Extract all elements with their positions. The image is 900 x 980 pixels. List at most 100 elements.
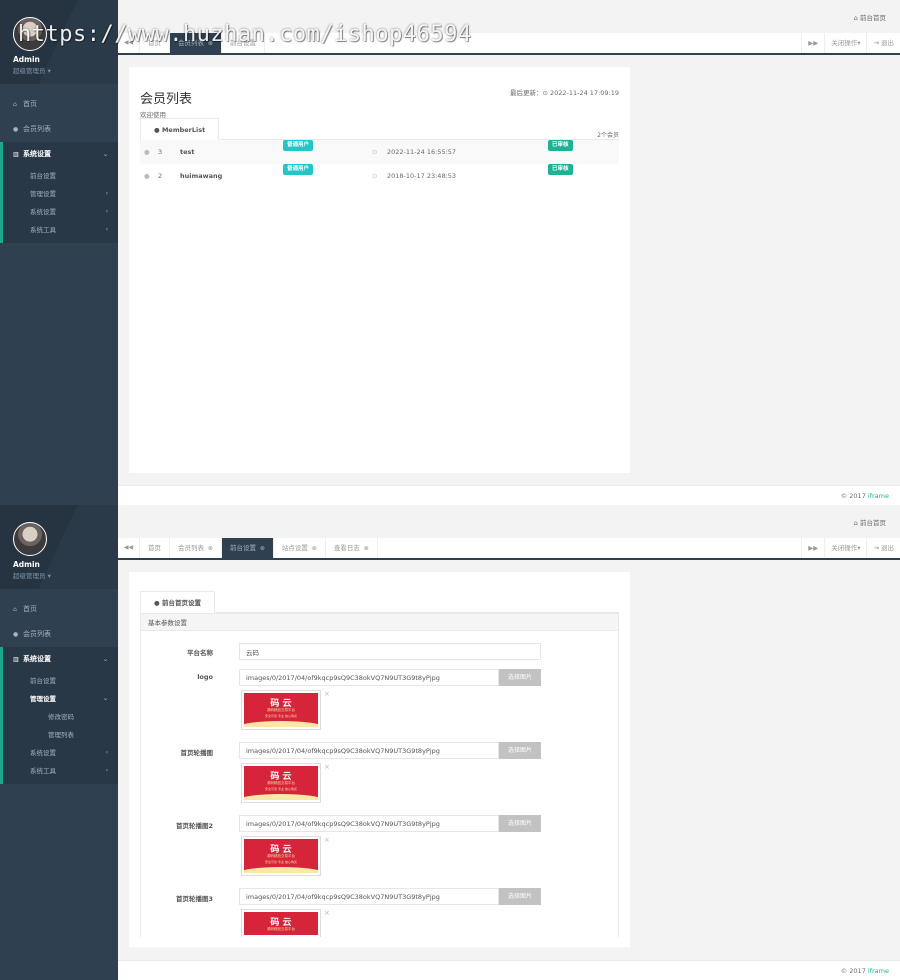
sidebar-item-label: 系统设置 bbox=[23, 655, 51, 663]
choose-image-button[interactable]: 选择图片 bbox=[499, 815, 541, 832]
member-id: 3 bbox=[158, 148, 163, 156]
user-icon: ● bbox=[13, 631, 19, 638]
choose-image-button[interactable]: 选择图片 bbox=[499, 888, 541, 905]
table-row[interactable]: ● 2 huimawang 普通用户 ⊙ 2018-10-17 23:48:53… bbox=[140, 164, 619, 188]
tab-memberlist[interactable]: ● MemberList bbox=[140, 118, 220, 140]
field-label: 平台名称 bbox=[187, 649, 213, 657]
member-list-screen: Admin 超级管理员 ▾ ⌂ 首页 ● 会员列表 ▥ 系统设置 ⌄ 前台设置 管理设置… bbox=[0, 0, 900, 505]
sidebar-subitem-admin-list[interactable]: 管理列表 bbox=[13, 726, 118, 744]
close-tab-icon[interactable]: ⊗ bbox=[362, 545, 369, 552]
banner1-preview-image: 码 云源码精品交易平台 安全可靠·专业·放心购买 bbox=[241, 763, 321, 803]
field-label: 首页轮播图3 bbox=[175, 895, 213, 903]
sidebar-item-system[interactable]: ▥ 系统设置 ⌄ 前台设置 管理设置 ⌄ 修改密码 管理列表 系统设置 ‹ 系统工具 ‹ bbox=[0, 647, 118, 784]
sidebar-item-label: 首页 bbox=[23, 100, 37, 108]
logout-button[interactable]: ⇥ 退出 bbox=[866, 33, 900, 53]
chevron-left-icon: ‹ bbox=[105, 767, 108, 774]
status-badge: 已审核 bbox=[548, 140, 573, 151]
member-id: 2 bbox=[158, 172, 163, 180]
sidebar-subitem-tools[interactable]: 系统工具 ‹ bbox=[13, 762, 118, 780]
close-operations-dropdown[interactable]: 关闭操作▾ bbox=[824, 33, 866, 53]
sidebar-subitem-admin[interactable]: 管理设置 ⌄ bbox=[13, 690, 118, 708]
banner2-preview-image: 码 云源码精品交易平台 安全可靠·专业·放心购买 bbox=[241, 836, 321, 876]
tab-bar-actions: ▶▶ 关闭操作▾ ⇥ 退出 bbox=[801, 33, 900, 53]
sidebar-subitem-system[interactable]: 系统设置 ‹ bbox=[13, 744, 118, 762]
logout-button[interactable]: ⇥ 退出 bbox=[866, 538, 900, 558]
frontend-settings-screen: Admin 超级管理员 ▾ ⌂ 首页 ● 会员列表 ▥ 系统设置 ⌄ 前台设置 管理设置… bbox=[0, 505, 900, 980]
logout-icon: ⇥ bbox=[873, 544, 881, 552]
topbar: ⌂ 前台首页 bbox=[118, 505, 900, 538]
sidebar-nav: ⌂ 首页 ● 会员列表 ▥ 系统设置 ⌄ 前台设置 管理设置 ‹ 系统设置 ‹ 系统工具 ‹ bbox=[0, 92, 118, 243]
admin-role-dropdown[interactable]: 超级管理员 ▾ bbox=[13, 570, 51, 580]
sidebar-item-system[interactable]: ▥ 系统设置 ⌄ 前台设置 管理设置 ‹ 系统设置 ‹ 系统工具 ‹ bbox=[0, 142, 118, 243]
remove-image-icon[interactable]: × bbox=[324, 909, 330, 917]
tab-frontend-home-settings[interactable]: ● 前台首页设置 bbox=[140, 591, 215, 613]
sidebar-submenu: 前台设置 管理设置 ⌄ 修改密码 管理列表 系统设置 ‹ 系统工具 ‹ bbox=[13, 672, 118, 784]
logo-path-input[interactable] bbox=[239, 669, 499, 686]
admin-role-dropdown[interactable]: 超级管理员 ▾ bbox=[13, 65, 51, 75]
user-icon: ● bbox=[13, 126, 19, 133]
last-updated: 最后更新：⊙ 2022-11-24 17:09:19 bbox=[509, 89, 619, 97]
banner2-path-input[interactable] bbox=[239, 815, 499, 832]
banner1-path-input[interactable] bbox=[239, 742, 499, 759]
member-name: huimawang bbox=[180, 172, 223, 180]
close-operations-dropdown[interactable]: 关闭操作▾ bbox=[824, 538, 866, 558]
copyright: © 2017 iframe bbox=[840, 492, 889, 500]
sidebar-subitem-change-password[interactable]: 修改密码 bbox=[13, 708, 118, 726]
user-icon: ● bbox=[154, 126, 162, 134]
home-icon: ⌂ bbox=[13, 606, 17, 613]
clock-icon: ⊙ bbox=[372, 172, 378, 180]
table-row[interactable]: ● 3 test 普通用户 ⊙ 2022-11-24 16:55:57 已审核 bbox=[140, 140, 619, 164]
sidebar-item-members[interactable]: ● 会员列表 bbox=[0, 117, 118, 142]
field-label: logo bbox=[197, 673, 213, 681]
admin-name: Admin bbox=[13, 560, 40, 569]
remove-image-icon[interactable]: × bbox=[324, 836, 330, 844]
copyright: © 2017 iframe bbox=[840, 967, 889, 975]
banner3-path-input[interactable] bbox=[239, 888, 499, 905]
close-tab-icon[interactable]: ⊗ bbox=[258, 545, 265, 552]
front-page-link[interactable]: ⌂ 前台首页 bbox=[854, 517, 886, 527]
sidebar-subitem-system[interactable]: 系统设置 ‹ bbox=[13, 203, 118, 221]
tab-members[interactable]: 会员列表 ⊗ bbox=[170, 538, 222, 558]
sidebar-subitem-frontend[interactable]: 前台设置 bbox=[13, 167, 118, 185]
sidebar-subitem-frontend[interactable]: 前台设置 bbox=[13, 672, 118, 690]
sidebar-subitem-admin[interactable]: 管理设置 ‹ bbox=[13, 185, 118, 203]
sidebar-item-label: 系统设置 bbox=[23, 150, 51, 158]
tab-bar-actions: ▶▶ 关闭操作▾ ⇥ 退出 bbox=[801, 538, 900, 558]
site-name-input[interactable] bbox=[239, 643, 541, 660]
sidebar-submenu: 前台设置 管理设置 ‹ 系统设置 ‹ 系统工具 ‹ bbox=[13, 167, 118, 243]
avatar[interactable] bbox=[13, 522, 47, 556]
section-title: 基本参数设置 bbox=[140, 613, 619, 631]
choose-image-button[interactable]: 选择图片 bbox=[499, 742, 541, 759]
remove-image-icon[interactable]: × bbox=[324, 763, 330, 771]
close-tab-icon[interactable]: ⊗ bbox=[310, 545, 317, 552]
member-type-badge: 普通用户 bbox=[283, 140, 314, 151]
status-badge: 已审核 bbox=[548, 164, 573, 175]
sidebar-item-home[interactable]: ⌂ 首页 bbox=[0, 597, 118, 622]
close-tab-icon[interactable]: ⊗ bbox=[206, 545, 213, 552]
chevron-left-icon: ‹ bbox=[105, 226, 108, 233]
tab-frontend-settings[interactable]: 前台设置 ⊗ bbox=[221, 538, 274, 558]
user-icon: ● bbox=[144, 148, 150, 156]
banner3-preview-image: 码 云源码精品交易平台 bbox=[241, 909, 321, 937]
sidebar: Admin 超级管理员 ▾ ⌂ 首页 ● 会员列表 ▥ 系统设置 ⌄ 前台设置 管理设置… bbox=[0, 0, 118, 505]
scroll-tabs-left-button[interactable]: ◀◀ bbox=[118, 538, 140, 558]
footer: © 2017 iframe bbox=[118, 960, 900, 980]
content-area: ● 前台首页设置 基本参数设置 平台名称 logo 选择图片 码 云源码精品交易… bbox=[118, 560, 900, 960]
sidebar-item-home[interactable]: ⌂ 首页 bbox=[0, 92, 118, 117]
remove-image-icon[interactable]: × bbox=[324, 690, 330, 698]
member-count: 2个会员 bbox=[597, 132, 619, 139]
footer-brand-link[interactable]: iframe bbox=[868, 492, 889, 500]
scroll-tabs-right-button[interactable]: ▶▶ bbox=[801, 538, 824, 558]
sidebar-nav: ⌂ 首页 ● 会员列表 ▥ 系统设置 ⌄ 前台设置 管理设置 ⌄ 修改密码 管理列表 系统… bbox=[0, 597, 118, 784]
footer-brand-link[interactable]: iframe bbox=[868, 967, 889, 975]
choose-image-button[interactable]: 选择图片 bbox=[499, 669, 541, 686]
tab-view-logs[interactable]: 查看日志 ⊗ bbox=[326, 538, 378, 558]
sidebar-item-members[interactable]: ● 会员列表 bbox=[0, 622, 118, 647]
tab-home[interactable]: 首页 bbox=[140, 538, 170, 558]
sidebar: Admin 超级管理员 ▾ ⌂ 首页 ● 会员列表 ▥ 系统设置 ⌄ 前台设置 管理设置… bbox=[0, 505, 118, 980]
scroll-tabs-right-button[interactable]: ▶▶ bbox=[801, 33, 824, 53]
sidebar-subitem-tools[interactable]: 系统工具 ‹ bbox=[13, 221, 118, 239]
front-page-link[interactable]: ⌂ 前台首页 bbox=[854, 12, 886, 22]
field-label: 首页轮播图 bbox=[180, 749, 214, 757]
tab-site-settings[interactable]: 站点设置 ⊗ bbox=[274, 538, 326, 558]
